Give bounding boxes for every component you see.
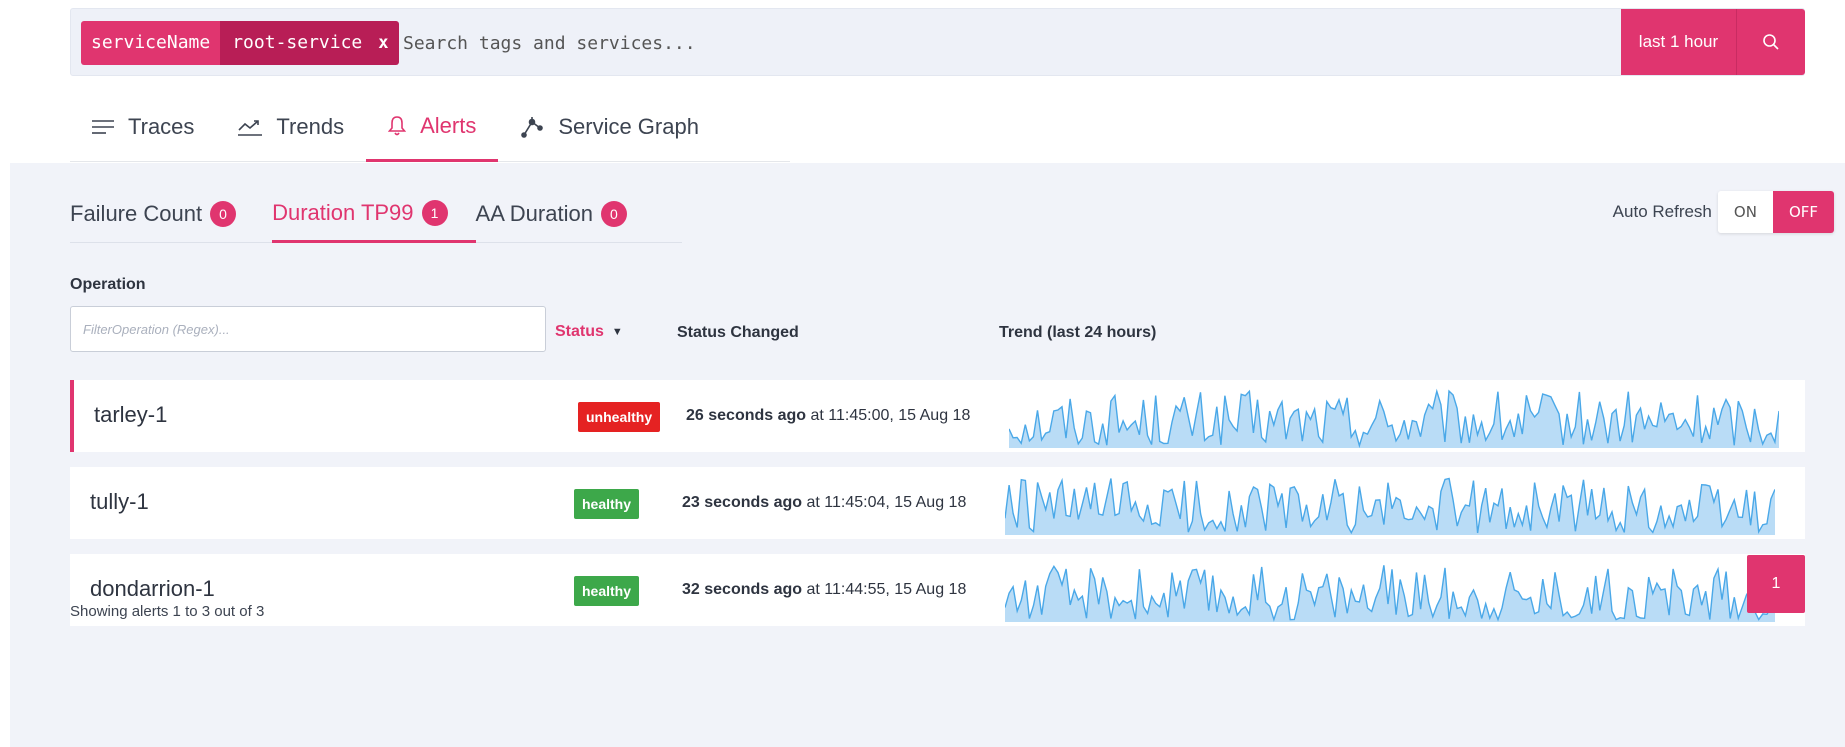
tab-alerts-label: Alerts [420,112,477,138]
status-badge: healthy [574,576,640,606]
count-badge: 0 [600,201,627,227]
count-badge: 1 [421,199,448,226]
tab-alerts[interactable]: Alerts [366,92,499,162]
tab-aa-duration[interactable]: AA Duration 0 [476,185,655,243]
main-tabs: Traces Trends Alerts Service Graph [70,92,790,162]
operation-name: tarley-1 [94,402,168,427]
table-row[interactable]: dondarrion-1 healthy 32 seconds ago at 1… [70,554,1805,626]
table-row[interactable]: tully-1 healthy 23 seconds ago at 11:45:… [70,467,1805,539]
status-changed-ago: 32 seconds ago [682,581,803,598]
tab-service-graph[interactable]: Service Graph [498,92,721,162]
search-bar: serviceName root-service x last 1 hour [70,8,1805,76]
status-changed-at: at 11:44:55, 15 Aug 18 [802,581,967,598]
tab-traces[interactable]: Traces [70,92,216,162]
auto-refresh-on-button[interactable]: ON [1717,191,1773,233]
sparkline-area [1009,391,1779,448]
count-badge: 0 [210,201,237,227]
tab-service-graph-label: Service Graph [558,114,699,139]
trend-sparkline [1005,564,1775,622]
trend-column-header: Trend (last 24 hours) [999,324,1157,341]
status-column-header[interactable]: Status ▼ [555,323,623,341]
chip-value: root-service x [220,21,399,65]
status-changed-at: at 11:45:00, 15 Aug 18 [806,407,971,424]
tab-trends[interactable]: Trends [216,92,366,162]
search-button[interactable] [1737,9,1805,75]
chip-key: serviceName [81,21,221,65]
tab-failure-count-label: Failure Count [70,201,203,226]
time-range-button[interactable]: last 1 hour [1621,9,1737,75]
tab-aa-duration-label: AA Duration [475,201,593,226]
trend-icon [238,118,263,136]
operation-name: tully-1 [90,489,149,514]
tab-traces-label: Traces [128,114,195,139]
auto-refresh: Auto Refresh ON OFF [1613,191,1834,233]
status-changed-ago: 23 seconds ago [682,494,803,511]
status-badge: healthy [574,489,640,519]
status-changed-text: 32 seconds ago at 11:44:55, 15 Aug 18 [682,581,966,599]
status-changed-at: at 11:45:04, 15 Aug 18 [802,494,967,511]
auto-refresh-off-button[interactable]: OFF [1772,191,1834,233]
tab-failure-count[interactable]: Failure Count 0 [70,185,264,243]
status-badge: unhealthy [578,402,661,432]
tab-duration-tp99[interactable]: Duration TP99 1 [272,185,476,243]
pagination-summary: Showing alerts 1 to 3 out of 3 [70,603,265,620]
alerts-panel: Failure Count 0 Duration TP99 1 AA Durat… [10,163,1845,747]
search-icon [1763,34,1779,50]
status-changed-text: 23 seconds ago at 11:45:04, 15 Aug 18 [682,494,966,512]
search-input[interactable] [403,21,1603,65]
chip-value-text: root-service [232,32,363,53]
auto-refresh-toggle: ON OFF [1717,191,1834,233]
auto-refresh-label: Auto Refresh [1612,202,1712,221]
sparkline-area [1005,565,1775,622]
status-changed-column-header: Status Changed [677,324,799,341]
search-chip: serviceName root-service x [81,21,399,65]
table-row[interactable]: tarley-1 unhealthy 26 seconds ago at 11:… [70,380,1805,452]
trend-sparkline [1009,388,1779,448]
chip-remove-button[interactable]: x [378,21,388,65]
status-changed-ago: 26 seconds ago [686,407,807,424]
trend-sparkline [1005,477,1775,535]
caret-down-icon: ▼ [611,326,623,338]
list-icon [92,119,114,135]
operation-filter-input[interactable] [70,306,546,352]
tab-duration-tp99-label: Duration TP99 [272,199,414,225]
tab-trends-label: Trends [276,114,345,139]
status-column-label: Status [555,323,604,340]
graph-icon [520,116,544,138]
bell-icon [388,115,407,136]
alert-type-tabs: Failure Count 0 Duration TP99 1 AA Durat… [70,185,682,243]
operation-label: Operation [70,276,146,293]
operation-name: dondarrion-1 [90,576,215,601]
page-1-button[interactable]: 1 [1747,555,1805,613]
status-changed-text: 26 seconds ago at 11:45:00, 15 Aug 18 [686,407,970,425]
